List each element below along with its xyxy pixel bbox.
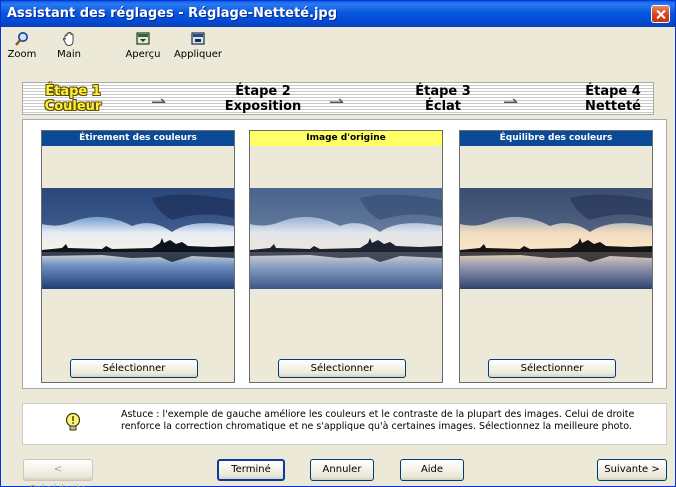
toolbar: Zoom Main Aperçu Appliquer (1, 27, 675, 71)
hint-box: Astuce : l'exemple de gauche améliore le… (22, 403, 667, 445)
preview-photo[interactable] (250, 188, 442, 289)
apply-tool[interactable]: Appliquer (171, 31, 225, 60)
step-1: Étape 1 Couleur (33, 84, 113, 114)
step-2-subtitle: Exposition (224, 99, 302, 114)
hand-icon (61, 31, 77, 47)
hand-tool[interactable]: Main (49, 31, 89, 60)
select-button[interactable]: Sélectionner (488, 359, 616, 378)
step-3-title: Étape 3 (415, 84, 471, 99)
arrow-right-icon: ⇀ (151, 92, 167, 113)
close-button[interactable] (651, 5, 670, 23)
step-3: Étape 3 Éclat (398, 84, 488, 114)
zoom-label: Zoom (7, 49, 37, 60)
step-1-subtitle: Couleur (44, 99, 102, 114)
finish-button[interactable]: Terminé (217, 459, 285, 481)
next-button[interactable]: Suivante > (597, 459, 667, 481)
option-original-image: Image d'origine Sélectionner (249, 130, 443, 383)
option-color-balance: Équilibre des couleurs Sélectionner (459, 130, 653, 383)
select-button[interactable]: Sélectionner (70, 359, 198, 378)
step-4-title: Étape 4 (585, 84, 641, 99)
step-3-subtitle: Éclat (424, 99, 462, 114)
step-4: Étape 4 Netteté (568, 84, 658, 114)
option-header: Étirement des couleurs (42, 131, 234, 146)
preview-icon (135, 31, 151, 47)
step-2-title: Étape 2 (235, 84, 291, 99)
zoom-tool[interactable]: Zoom (5, 31, 39, 60)
cancel-button[interactable]: Annuler (310, 459, 374, 481)
options-panel: Étirement des couleurs Sélectionner Imag… (22, 119, 667, 389)
select-button[interactable]: Sélectionner (278, 359, 406, 378)
option-color-stretch: Étirement des couleurs Sélectionner (41, 130, 235, 383)
preview-tool[interactable]: Aperçu (119, 31, 167, 60)
window-title: Assistant des réglages - Réglage-Netteté… (7, 6, 338, 21)
title-bar[interactable]: Assistant des réglages - Réglage-Netteté… (1, 1, 675, 27)
wizard-window: Assistant des réglages - Réglage-Netteté… (0, 0, 676, 487)
arrow-right-icon: ⇀ (329, 92, 345, 113)
preview-label: Aperçu (125, 49, 161, 60)
preview-photo[interactable] (460, 188, 652, 289)
apply-icon (190, 31, 206, 47)
option-header: Image d'origine (250, 131, 442, 146)
arrow-right-icon: ⇀ (503, 92, 519, 113)
step-banner: Étape 1 Couleur ⇀ Étape 2 Exposition ⇀ É… (22, 82, 654, 115)
hint-text: Astuce : l'exemple de gauche améliore le… (121, 409, 635, 432)
step-4-subtitle: Netteté (585, 99, 641, 114)
step-2: Étape 2 Exposition (213, 84, 313, 114)
help-button[interactable]: Aide (400, 459, 464, 481)
option-header: Équilibre des couleurs (460, 131, 652, 146)
apply-label: Appliquer (173, 49, 223, 60)
magnifier-icon (14, 31, 30, 47)
lightbulb-icon (65, 412, 81, 434)
preview-photo[interactable] (42, 188, 234, 289)
step-1-title: Étape 1 (45, 84, 101, 99)
hand-label: Main (57, 49, 81, 60)
previous-button[interactable]: < Précédente (23, 459, 93, 487)
